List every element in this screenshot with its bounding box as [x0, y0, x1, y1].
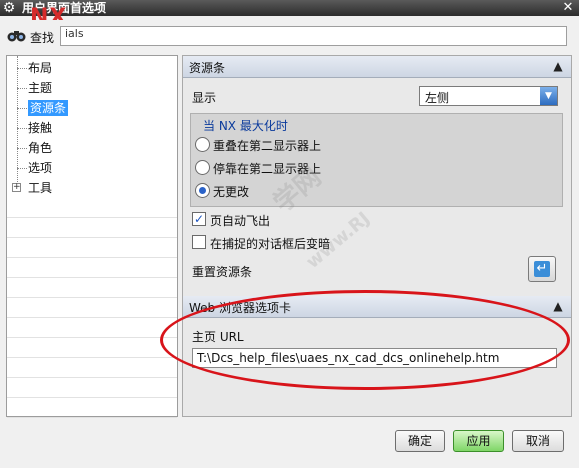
tree-branch	[17, 168, 27, 169]
empty-row	[7, 218, 177, 238]
homepage-url-label: 主页 URL	[192, 330, 244, 344]
section-title: Web 浏览器选项卡	[189, 301, 291, 315]
tree-branch	[17, 68, 27, 69]
display-label: 显示	[192, 91, 217, 105]
radio-button[interactable]	[195, 137, 210, 152]
search-input[interactable]: ials	[60, 26, 567, 46]
title-bar: ⚙ 用户界面首选项 ✕	[0, 0, 579, 16]
tree-item-tools[interactable]: + 工具	[7, 178, 177, 198]
close-icon[interactable]: ✕	[559, 0, 577, 16]
radio-label: 停靠在第二显示器上	[213, 162, 322, 176]
radio-dot	[199, 187, 206, 194]
radio-button[interactable]	[195, 160, 210, 175]
button-bar: 确定 应用 取消	[0, 418, 579, 468]
search-bar: 查找 ials	[0, 20, 579, 50]
section-title: 资源条	[189, 61, 226, 75]
category-tree: 布局 主题 资源条 接触 角色 选项 + 工具	[6, 55, 178, 418]
checkbox-label: 页自动飞出	[210, 214, 271, 228]
checkbox-label: 在捕捉的对话框后变暗	[210, 237, 331, 251]
tree-item-label: 选项	[28, 161, 53, 175]
web-browser-section-header[interactable]: Web 浏览器选项卡 ▲	[183, 296, 571, 318]
tree-item-touch[interactable]: 接触	[7, 118, 177, 138]
tree-item-label: 布局	[28, 61, 53, 75]
tree-item-label: 工具	[28, 181, 53, 195]
empty-row	[7, 298, 177, 318]
cancel-button[interactable]: 取消	[512, 430, 564, 452]
tree-branch	[17, 108, 27, 109]
tree-item-label: 资源条	[28, 100, 69, 116]
tree-item-label: 主题	[28, 81, 53, 95]
homepage-url-input[interactable]: T:\Dcs_help_files\uaes_nx_cad_dcs_online…	[192, 348, 557, 368]
empty-row	[7, 358, 177, 378]
binoculars-icon	[7, 31, 26, 42]
empty-row	[7, 278, 177, 298]
apply-button[interactable]: 应用	[453, 430, 504, 452]
preferences-dialog: ⚙ 用户界面首选项 ✕ NX 查找 ials 布局 主题 资源条 接触 角色 选…	[0, 0, 579, 468]
empty-row	[7, 258, 177, 278]
empty-row	[7, 338, 177, 358]
empty-row	[7, 318, 177, 338]
display-select-value: 左侧	[425, 91, 450, 105]
reset-resource-bar-button[interactable]: ↵	[528, 256, 556, 282]
checkbox[interactable]	[192, 235, 206, 249]
radio-label: 无更改	[213, 185, 250, 199]
reset-resource-bar-label: 重置资源条	[192, 265, 253, 279]
tree-branch	[17, 88, 27, 89]
tree-item-resource-bar[interactable]: 资源条	[7, 98, 177, 118]
tree-item-theme[interactable]: 主题	[7, 78, 177, 98]
tree-item-label: 角色	[28, 141, 53, 155]
ok-button[interactable]: 确定	[395, 430, 445, 452]
resource-bar-section-header[interactable]: 资源条 ▲	[183, 56, 571, 78]
search-label: 查找	[30, 31, 55, 45]
group-title: 当 NX 最大化时	[203, 119, 288, 133]
tree-item-label: 接触	[28, 121, 53, 135]
expand-icon[interactable]: +	[12, 183, 21, 192]
tree-branch	[17, 128, 27, 129]
tree-branch	[17, 148, 27, 149]
tree-item-layout[interactable]: 布局	[7, 58, 177, 78]
empty-row	[7, 198, 177, 218]
reset-arrow-icon: ↵	[534, 261, 550, 277]
collapse-icon[interactable]: ▲	[549, 298, 567, 315]
empty-row	[7, 238, 177, 258]
checkmark-icon[interactable]: ✓	[192, 212, 206, 226]
radio-label: 重叠在第二显示器上	[213, 139, 322, 153]
collapse-icon[interactable]: ▲	[549, 58, 567, 75]
display-select[interactable]: 左侧 ▼	[419, 86, 558, 106]
radio-button-selected[interactable]	[195, 183, 210, 198]
gear-icon: ⚙	[2, 0, 16, 16]
empty-row	[7, 398, 177, 418]
tree-item-roles[interactable]: 角色	[7, 138, 177, 158]
tree-item-options[interactable]: 选项	[7, 158, 177, 178]
empty-row	[7, 378, 177, 398]
chevron-down-icon[interactable]: ▼	[540, 87, 557, 105]
settings-panel: 资源条 ▲ 显示 左侧 ▼ 当 NX 最大化时 重叠在第二显示器上 停靠在第二显…	[182, 55, 572, 417]
maximize-group: 当 NX 最大化时 重叠在第二显示器上 停靠在第二显示器上 无更改	[190, 113, 563, 207]
